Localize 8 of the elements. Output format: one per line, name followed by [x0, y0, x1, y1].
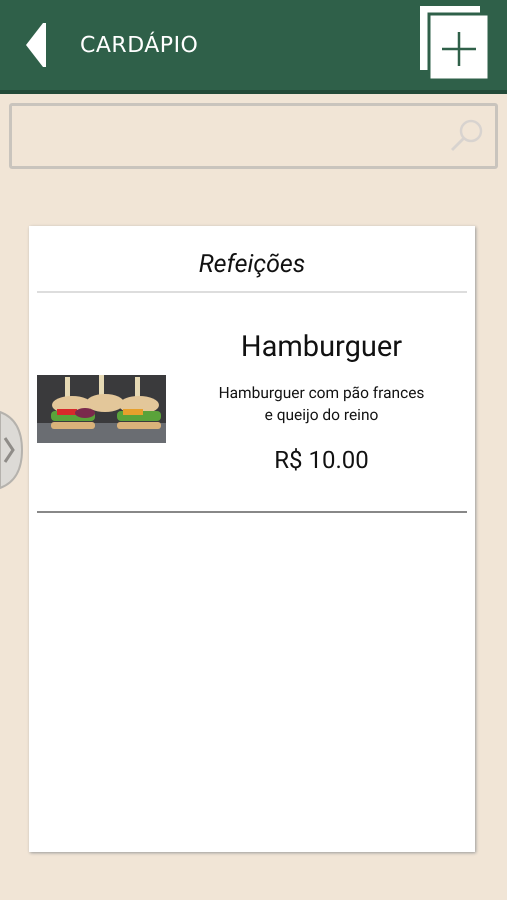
- item-description: Hamburguer com pão frances e queijo do reino: [218, 383, 426, 426]
- back-icon[interactable]: [26, 23, 48, 67]
- section-title: Refeições: [37, 226, 467, 293]
- item-name: Hamburguer: [240, 330, 402, 364]
- drawer-handle[interactable]: [0, 410, 24, 490]
- search-field[interactable]: [9, 103, 498, 169]
- screen-title: CARDÁPIO: [80, 32, 200, 58]
- item-price: R$ 10.00: [274, 446, 369, 474]
